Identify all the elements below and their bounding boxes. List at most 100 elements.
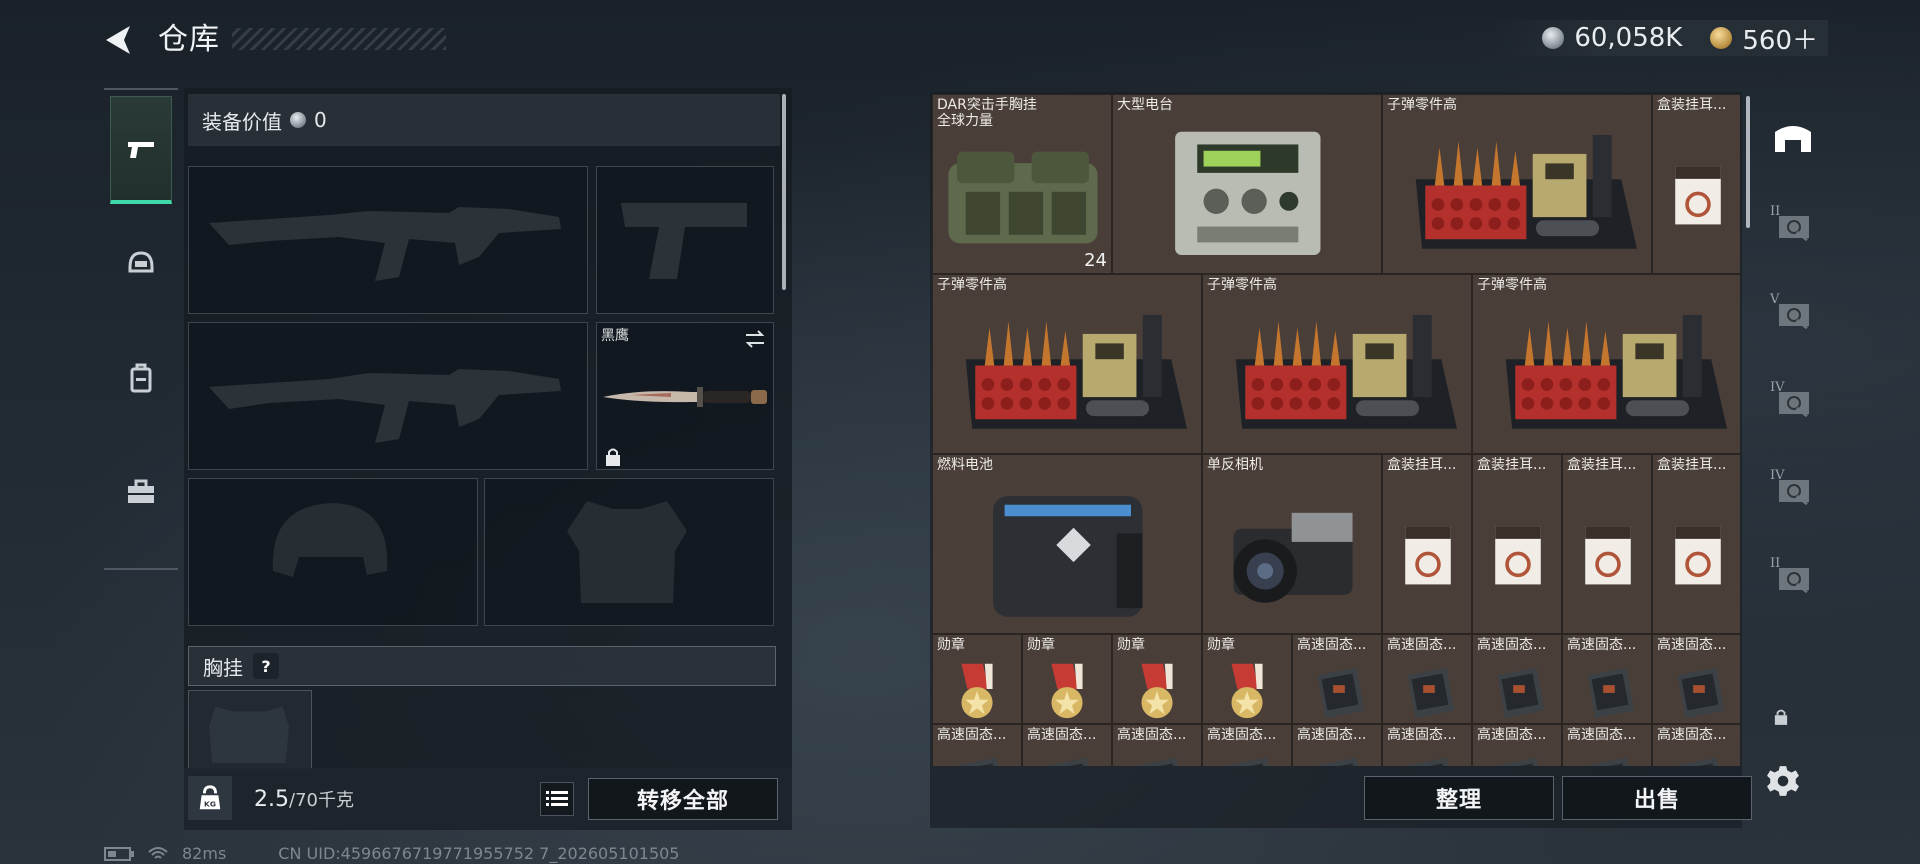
tab-armor[interactable] bbox=[110, 210, 172, 318]
battery-icon bbox=[104, 846, 134, 861]
helmet-slot[interactable] bbox=[188, 478, 478, 626]
storage-tab[interactable]: II bbox=[1762, 538, 1824, 618]
ssd-icon bbox=[1317, 757, 1358, 766]
list-view-button[interactable] bbox=[540, 782, 574, 816]
inventory-item[interactable]: 盒装挂耳... bbox=[1652, 94, 1740, 274]
fuel-cell-icon bbox=[993, 496, 1143, 617]
ssd-icon bbox=[1137, 757, 1178, 766]
backpack-icon bbox=[130, 363, 152, 393]
inventory-item[interactable]: 高速固态... bbox=[1472, 724, 1562, 766]
inventory-item[interactable]: 高速固态... bbox=[1562, 634, 1652, 724]
inventory-item[interactable]: 高速固态... bbox=[1652, 634, 1740, 724]
inventory-item[interactable]: DAR突击手胸挂 全球力量 24 bbox=[932, 94, 1112, 274]
transfer-all-button[interactable]: 转移全部 bbox=[588, 778, 778, 820]
item-name: 勋章 bbox=[1117, 637, 1145, 653]
chest-rig-icon bbox=[948, 151, 1098, 244]
secondary-weapon-slot[interactable] bbox=[188, 322, 588, 470]
gold-balance[interactable]: 560＋ bbox=[1742, 20, 1818, 57]
tab-backpack[interactable] bbox=[110, 324, 172, 432]
item-name: 盒装挂耳... bbox=[1477, 457, 1547, 473]
inventory-item[interactable]: 子弹零件高 bbox=[1382, 94, 1652, 274]
inventory-item[interactable]: 盒装挂耳... bbox=[1652, 454, 1740, 634]
storage-tab[interactable]: V bbox=[1762, 274, 1824, 354]
ammo-parts-icon bbox=[1415, 134, 1637, 249]
silver-balance: 60,058K bbox=[1574, 23, 1683, 53]
equipment-scrollbar[interactable] bbox=[782, 94, 786, 290]
gold-coin-icon bbox=[1710, 27, 1733, 49]
storage-tier: IV bbox=[1770, 468, 1785, 483]
tab-tools[interactable] bbox=[110, 438, 172, 546]
armor-slot[interactable] bbox=[484, 478, 774, 626]
storage-tier: IV bbox=[1770, 380, 1785, 395]
storage-tier: II bbox=[1770, 556, 1781, 571]
inventory-item[interactable]: 高速固态... bbox=[1652, 724, 1740, 766]
inventory-item[interactable]: 燃料电池 bbox=[932, 454, 1202, 634]
item-name: 高速固态... bbox=[1567, 727, 1637, 743]
inventory-item[interactable]: 高速固态... bbox=[1382, 724, 1472, 766]
ssd-icon bbox=[1407, 757, 1448, 766]
rifle-silhouette-icon bbox=[209, 369, 561, 443]
silver-coin-icon bbox=[1542, 27, 1565, 49]
sell-button[interactable]: 出售 bbox=[1562, 776, 1752, 820]
inventory-item[interactable]: 勋章 bbox=[1112, 634, 1202, 724]
storage-tab[interactable] bbox=[1762, 98, 1824, 178]
item-name: 单反相机 bbox=[1207, 457, 1263, 473]
inventory-item[interactable]: 盒装挂耳... bbox=[1382, 454, 1472, 634]
item-name: 盒装挂耳... bbox=[1657, 457, 1727, 473]
uid-text: CN UID:4596676719771955752 7_20260510150… bbox=[278, 844, 680, 863]
ssd-icon bbox=[1047, 757, 1088, 766]
pistol-slot[interactable] bbox=[596, 166, 774, 314]
inventory-item[interactable]: 高速固态... bbox=[1022, 724, 1112, 766]
kettlebell-icon: KG bbox=[199, 785, 221, 810]
chest-rig-slot[interactable] bbox=[188, 690, 312, 770]
inventory-item[interactable]: 勋章 bbox=[932, 634, 1022, 724]
inventory-item[interactable]: 高速固态... bbox=[1292, 724, 1382, 766]
item-name: 高速固态... bbox=[1027, 727, 1097, 743]
ping-readout: 82ms bbox=[182, 844, 227, 863]
item-name: 高速固态... bbox=[1657, 637, 1727, 653]
helmet-silhouette-icon bbox=[272, 503, 388, 577]
inventory-item[interactable]: 子弹零件高 bbox=[932, 274, 1202, 454]
chest-rig-label: 胸挂 bbox=[203, 655, 243, 680]
primary-weapon-slot[interactable] bbox=[188, 166, 588, 314]
pistol-silhouette-icon bbox=[621, 203, 747, 279]
item-name: 子弹零件高 bbox=[937, 277, 1007, 293]
inventory-item[interactable]: 子弹零件高 bbox=[1202, 274, 1472, 454]
inventory-item[interactable]: 子弹零件高 bbox=[1472, 274, 1740, 454]
swap-icon[interactable] bbox=[743, 327, 767, 351]
item-name: 子弹零件高 bbox=[1207, 277, 1277, 293]
radio-icon bbox=[1175, 131, 1321, 256]
settings-button[interactable] bbox=[1766, 764, 1800, 802]
inventory-item[interactable]: 大型电台 bbox=[1112, 94, 1382, 274]
inventory-scrollbar[interactable] bbox=[1746, 96, 1750, 228]
inventory-item[interactable]: 高速固态... bbox=[932, 724, 1022, 766]
inventory-item[interactable]: 盒装挂耳... bbox=[1472, 454, 1562, 634]
inventory-item[interactable]: 勋章 bbox=[1022, 634, 1112, 724]
inventory-item[interactable]: 高速固态... bbox=[1292, 634, 1382, 724]
organize-button[interactable]: 整理 bbox=[1364, 776, 1554, 820]
ammo-parts-icon bbox=[1505, 314, 1727, 429]
kg-mark: KG bbox=[204, 799, 216, 808]
tab-weapons[interactable] bbox=[110, 96, 172, 204]
inventory-item[interactable]: 高速固态... bbox=[1202, 724, 1292, 766]
coffee-box-icon bbox=[1585, 525, 1631, 585]
inventory-item[interactable]: 高速固态... bbox=[1562, 724, 1652, 766]
item-name: 高速固态... bbox=[1477, 727, 1547, 743]
helmet-icon bbox=[128, 251, 154, 273]
inventory-item[interactable]: 盒装挂耳... bbox=[1562, 454, 1652, 634]
inventory-item[interactable]: 高速固态... bbox=[1472, 634, 1562, 724]
storage-tab[interactable]: II bbox=[1762, 186, 1824, 266]
back-button[interactable] bbox=[100, 20, 140, 60]
coffee-box-icon bbox=[1675, 165, 1721, 225]
medal-icon bbox=[1231, 663, 1263, 719]
melee-slot[interactable]: 黑鹰 bbox=[596, 322, 774, 470]
storage-tab[interactable]: IV bbox=[1762, 450, 1824, 530]
inventory-item[interactable]: 高速固态... bbox=[1112, 724, 1202, 766]
inventory-item[interactable]: 高速固态... bbox=[1382, 634, 1472, 724]
help-icon[interactable]: ? bbox=[253, 653, 279, 679]
storage-tab[interactable]: IV bbox=[1762, 362, 1824, 442]
inventory-item[interactable]: 勋章 bbox=[1202, 634, 1292, 724]
coffee-box-icon bbox=[1495, 525, 1541, 585]
inventory-item[interactable]: 单反相机 bbox=[1202, 454, 1382, 634]
item-name: 勋章 bbox=[1207, 637, 1235, 653]
